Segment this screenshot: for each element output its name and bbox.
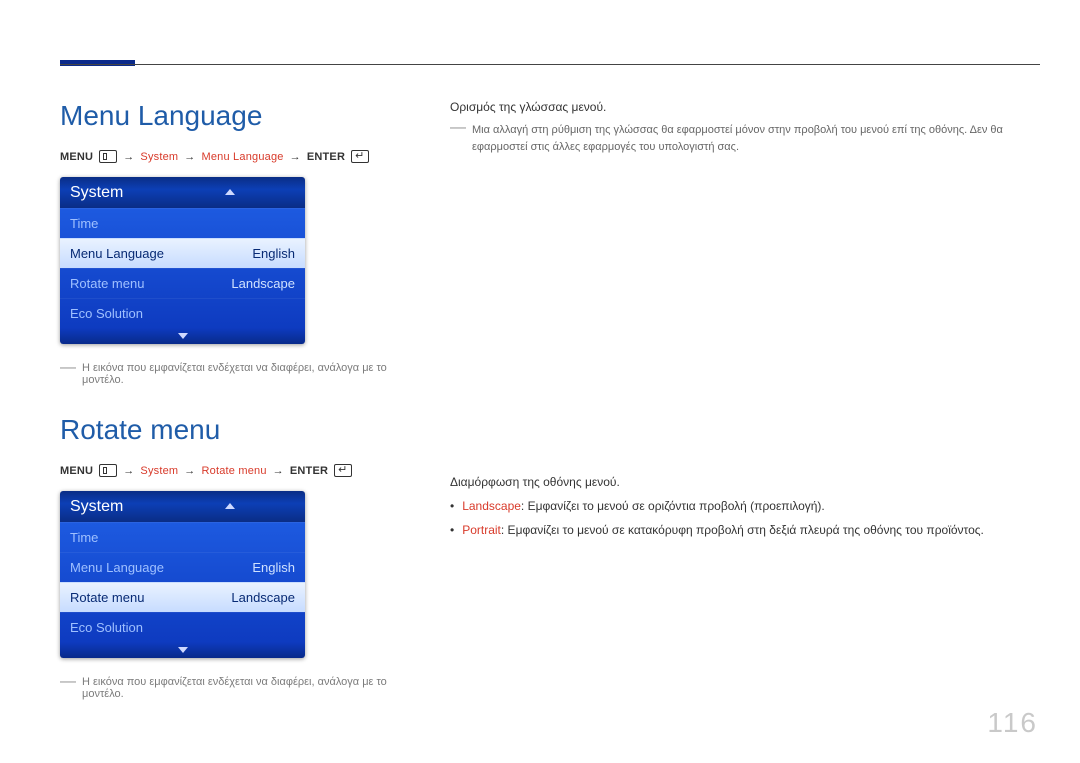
- list-item: Portrait: Εμφανίζει το μενού σε κατακόρυ…: [450, 521, 1040, 539]
- osd-row-value: English: [252, 246, 295, 261]
- arrow-icon: →: [273, 465, 284, 477]
- osd-footer: [60, 642, 305, 658]
- arrow-icon: →: [184, 465, 195, 477]
- osd-row-value: Landscape: [231, 276, 295, 291]
- osd-row[interactable]: Rotate menu Landscape: [60, 268, 305, 298]
- section-title-menu-language: Menu Language: [60, 100, 420, 132]
- breadcrumb-menu-label: MENU: [60, 151, 93, 163]
- breadcrumb-item: Rotate menu: [201, 465, 266, 477]
- osd-row[interactable]: Menu Language English: [60, 238, 305, 268]
- osd-header: System: [60, 491, 305, 522]
- osd-header: System: [60, 177, 305, 208]
- header-accent-bar: [60, 60, 135, 66]
- description-text: Διαμόρφωση της οθόνης μενού.: [450, 475, 1040, 489]
- page-number: 116: [987, 707, 1038, 739]
- breadcrumb-item: Menu Language: [201, 151, 283, 163]
- osd-row[interactable]: Time: [60, 522, 305, 552]
- breadcrumb-system: System: [140, 465, 178, 477]
- osd-row-value: Landscape: [231, 590, 295, 605]
- section-menu-language: Menu Language MENU → System → Menu Langu…: [60, 100, 420, 386]
- note-dash-icon: ―: [450, 122, 466, 155]
- arrow-icon: →: [123, 151, 134, 163]
- arrow-icon: →: [184, 151, 195, 163]
- osd-row[interactable]: Rotate menu Landscape: [60, 582, 305, 612]
- footnote: ― Η εικόνα που εμφανίζεται ενδέχεται να …: [60, 676, 420, 700]
- osd-row-label: Rotate menu: [70, 590, 144, 605]
- right-column: Ορισμός της γλώσσας μενού. ― Μια αλλαγή …: [450, 100, 1040, 545]
- menu-icon: [99, 150, 117, 163]
- footnote: ― Η εικόνα που εμφανίζεται ενδέχεται να …: [60, 362, 420, 386]
- osd-footer: [60, 328, 305, 344]
- option-label: Landscape: [462, 499, 521, 513]
- osd-row-label: Time: [70, 530, 98, 545]
- osd-row-label: Eco Solution: [70, 306, 143, 321]
- breadcrumb-system: System: [140, 151, 178, 163]
- menu-icon: [99, 464, 117, 477]
- osd-panel-menu-language: System Time Menu Language English Rotate me…: [60, 177, 305, 344]
- osd-row-value: English: [252, 560, 295, 575]
- chevron-down-icon[interactable]: [178, 647, 188, 653]
- osd-row-label: Rotate menu: [70, 276, 144, 291]
- osd-row[interactable]: Menu Language English: [60, 552, 305, 582]
- left-column: Menu Language MENU → System → Menu Langu…: [60, 100, 420, 700]
- options-list: Landscape: Εμφανίζει το μενού σε οριζόντ…: [450, 497, 1040, 539]
- osd-row-label: Menu Language: [70, 246, 164, 261]
- option-text: : Εμφανίζει το μενού σε κατακόρυφη προβο…: [501, 523, 984, 537]
- chevron-up-icon[interactable]: [225, 503, 235, 509]
- chevron-down-icon[interactable]: [178, 333, 188, 339]
- arrow-icon: →: [290, 151, 301, 163]
- note: ― Μια αλλαγή στη ρύθμιση της γλώσσας θα …: [450, 122, 1040, 155]
- arrow-icon: →: [123, 465, 134, 477]
- osd-row[interactable]: Eco Solution: [60, 612, 305, 642]
- footnote-text: Η εικόνα που εμφανίζεται ενδέχεται να δι…: [82, 362, 420, 386]
- osd-header-label: System: [70, 498, 123, 515]
- option-label: Portrait: [462, 523, 501, 537]
- osd-row[interactable]: Time: [60, 208, 305, 238]
- breadcrumb-enter-label: ENTER: [290, 465, 328, 477]
- header-rule: [60, 64, 1040, 65]
- osd-row-label: Eco Solution: [70, 620, 143, 635]
- osd-row[interactable]: Eco Solution: [60, 298, 305, 328]
- option-text: : Εμφανίζει το μενού σε οριζόντια προβολ…: [521, 499, 825, 513]
- note-text: Μια αλλαγή στη ρύθμιση της γλώσσας θα εφ…: [472, 122, 1040, 155]
- section-title-rotate-menu: Rotate menu: [60, 414, 420, 446]
- enter-icon: [334, 464, 352, 477]
- right-block-menu-language: Ορισμός της γλώσσας μενού. ― Μια αλλαγή …: [450, 100, 1040, 155]
- enter-icon: [351, 150, 369, 163]
- footnote-dash-icon: ―: [60, 362, 76, 373]
- osd-row-label: Time: [70, 216, 98, 231]
- breadcrumb-rotate-menu: MENU → System → Rotate menu → ENTER: [60, 464, 420, 477]
- breadcrumb-enter-label: ENTER: [307, 151, 345, 163]
- breadcrumb-menu-label: MENU: [60, 465, 93, 477]
- osd-body: Time Menu Language English Rotate menu Lands…: [60, 522, 305, 642]
- description-text: Ορισμός της γλώσσας μενού.: [450, 100, 1040, 114]
- osd-row-label: Menu Language: [70, 560, 164, 575]
- osd-header-label: System: [70, 184, 123, 201]
- breadcrumb-menu-language: MENU → System → Menu Language → ENTER: [60, 150, 420, 163]
- chevron-up-icon[interactable]: [225, 189, 235, 195]
- footnote-dash-icon: ―: [60, 676, 76, 687]
- section-rotate-menu: Rotate menu MENU → System → Rotate menu …: [60, 414, 420, 700]
- list-item: Landscape: Εμφανίζει το μενού σε οριζόντ…: [450, 497, 1040, 515]
- footnote-text: Η εικόνα που εμφανίζεται ενδέχεται να δι…: [82, 676, 420, 700]
- osd-panel-rotate-menu: System Time Menu Language English Rotate me…: [60, 491, 305, 658]
- osd-body: Time Menu Language English Rotate menu Lands…: [60, 208, 305, 328]
- right-block-rotate-menu: Διαμόρφωση της οθόνης μενού. Landscape: …: [450, 475, 1040, 539]
